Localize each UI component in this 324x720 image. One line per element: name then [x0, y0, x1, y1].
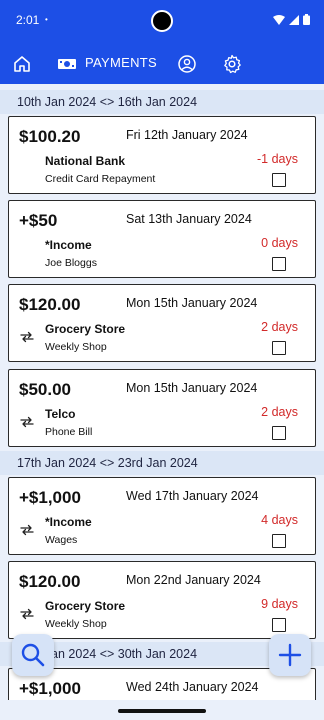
- days-until-due: 2 days: [261, 320, 298, 334]
- search-icon: [21, 643, 45, 667]
- payment-date: Mon 15th January 2024: [126, 381, 258, 395]
- payment-amount: $100.20: [19, 127, 81, 146]
- add-payment-button[interactable]: [269, 634, 311, 676]
- days-until-due: 0 days: [261, 236, 298, 250]
- tab-payments[interactable]: PAYMENTS: [85, 55, 157, 70]
- payment-memo: Phone Bill: [45, 426, 93, 438]
- payment-date: Mon 22nd January 2024: [126, 573, 261, 587]
- payment-card[interactable]: +$50 Sat 13th January 2024 *Income Joe B…: [8, 200, 316, 278]
- status-bar: 2:01 •: [0, 0, 324, 44]
- payments-icon[interactable]: [57, 54, 77, 74]
- repeat-icon: [20, 416, 34, 428]
- status-time: 2:01: [16, 13, 40, 27]
- payment-amount: $50.00: [19, 380, 71, 399]
- payment-date: Wed 17th January 2024: [126, 489, 259, 503]
- days-until-due: 9 days: [261, 597, 298, 611]
- gesture-bar: [0, 700, 324, 720]
- battery-icon: [303, 14, 310, 25]
- payment-card[interactable]: +$1,000 Wed 17th January 2024 *Income Wa…: [8, 477, 316, 555]
- payment-amount: +$1,000: [19, 488, 81, 507]
- days-until-due: 4 days: [261, 513, 298, 527]
- payments-list[interactable]: 10th Jan 2024 <> 16th Jan 2024 $100.20 F…: [0, 84, 324, 720]
- account-icon[interactable]: [177, 54, 197, 74]
- payment-memo: Wages: [45, 534, 78, 546]
- days-until-due: -1 days: [257, 152, 298, 166]
- payment-card[interactable]: $50.00 Mon 15th January 2024 Telco Phone…: [8, 369, 316, 447]
- payment-payee: National Bank: [45, 154, 126, 168]
- payment-amount: $120.00: [19, 572, 81, 591]
- payment-amount: $120.00: [19, 295, 81, 314]
- paid-checkbox[interactable]: [272, 618, 286, 632]
- plus-icon: [278, 643, 302, 667]
- repeat-icon: [20, 608, 34, 620]
- payment-date: Sat 13th January 2024: [126, 212, 252, 226]
- payment-memo: Weekly Shop: [45, 618, 107, 630]
- payment-payee: *Income: [45, 515, 92, 529]
- signal-icon: [289, 14, 299, 25]
- paid-checkbox[interactable]: [272, 173, 286, 187]
- home-indicator[interactable]: [118, 709, 206, 713]
- payment-payee: *Income: [45, 238, 92, 252]
- repeat-icon: [20, 331, 34, 343]
- week-header: 10th Jan 2024 <> 16th Jan 2024: [0, 90, 324, 114]
- paid-checkbox[interactable]: [272, 257, 286, 271]
- payment-memo: Weekly Shop: [45, 341, 107, 353]
- notification-dot: •: [45, 15, 48, 24]
- payment-amount: +$50: [19, 211, 58, 230]
- payment-date: Wed 24th January 2024: [126, 680, 259, 694]
- payment-amount: +$1,000: [19, 679, 81, 698]
- payment-memo: Joe Bloggs: [45, 257, 97, 269]
- payment-card[interactable]: $120.00 Mon 15th January 2024 Grocery St…: [8, 284, 316, 362]
- system-icons: [273, 14, 310, 25]
- home-icon[interactable]: [12, 54, 32, 74]
- paid-checkbox[interactable]: [272, 534, 286, 548]
- payment-payee: Telco: [45, 407, 76, 421]
- days-until-due: 2 days: [261, 405, 298, 419]
- payment-payee: Grocery Store: [45, 599, 126, 613]
- wifi-icon: [273, 14, 285, 25]
- payment-payee: Grocery Store: [45, 322, 126, 336]
- camera-cutout: [151, 10, 173, 32]
- paid-checkbox[interactable]: [272, 426, 286, 440]
- payment-card[interactable]: $100.20 Fri 12th January 2024 National B…: [8, 116, 316, 194]
- paid-checkbox[interactable]: [272, 341, 286, 355]
- search-button[interactable]: [12, 634, 54, 676]
- payment-date: Mon 15th January 2024: [126, 296, 258, 310]
- payment-date: Fri 12th January 2024: [126, 128, 248, 142]
- top-nav-bar: PAYMENTS: [0, 44, 324, 84]
- repeat-icon: [20, 524, 34, 536]
- week-header: 17th Jan 2024 <> 23rd Jan 2024: [0, 451, 324, 475]
- settings-icon[interactable]: [222, 54, 242, 74]
- payment-memo: Credit Card Repayment: [45, 173, 156, 185]
- payment-card[interactable]: $120.00 Mon 22nd January 2024 Grocery St…: [8, 561, 316, 639]
